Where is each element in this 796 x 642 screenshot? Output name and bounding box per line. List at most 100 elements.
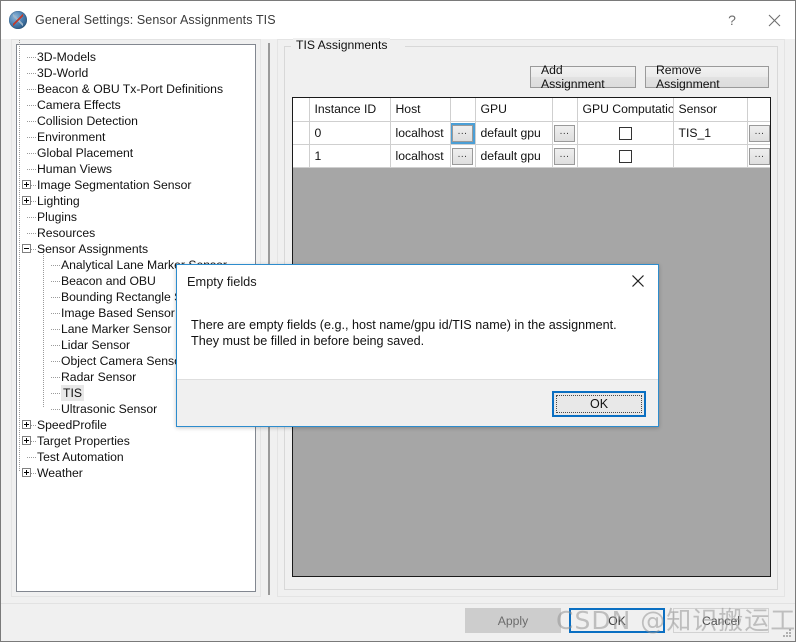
header-gpu-browse [552, 98, 578, 122]
gpu-browse-cell[interactable]: ... [552, 121, 578, 145]
tree-item-weather[interactable]: Weather [19, 465, 253, 481]
close-icon[interactable] [753, 1, 795, 39]
tree-item-environment[interactable]: Environment [19, 129, 253, 145]
tree-item-label: Radar Sensor [61, 370, 137, 384]
help-icon[interactable]: ? [711, 1, 753, 39]
expand-plus-icon[interactable] [22, 468, 31, 477]
tree-item-label: Camera Effects [37, 98, 121, 112]
gpu-cell[interactable]: default gpu [475, 121, 553, 145]
tree-item-label: Sensor Assignments [37, 242, 149, 256]
gpu-computation-cell[interactable] [577, 121, 674, 145]
focus-rectangle [556, 395, 642, 413]
tree-item-label: TIS [61, 385, 84, 401]
header-gpu: GPU [475, 98, 553, 122]
header-instance-id: Instance ID [309, 98, 391, 122]
ok-button[interactable]: OK [569, 608, 665, 633]
host-browse-button[interactable]: ... [452, 148, 473, 166]
dialog-footer: Apply OK Cancel [1, 603, 795, 641]
tree-item-resources[interactable]: Resources [19, 225, 253, 241]
host-cell[interactable]: localhost [390, 144, 451, 168]
group-border-right [405, 46, 777, 47]
gpu-browse-cell[interactable]: ... [552, 144, 578, 168]
tree-item-human-views[interactable]: Human Views [19, 161, 253, 177]
sensor-browse-cell[interactable]: ... [747, 144, 770, 168]
gpu-browse-button[interactable]: ... [554, 148, 575, 166]
tree-item-label: Test Automation [37, 450, 124, 464]
tree-item-label: Object Camera Sensor [61, 354, 185, 368]
tree-item-label: Target Properties [37, 434, 130, 448]
row-selector-cell[interactable] [293, 144, 310, 168]
tree-item-label: Beacon and OBU [61, 274, 156, 288]
tree-item-label: Lane Marker Sensor [61, 322, 172, 336]
expand-plus-icon[interactable] [22, 196, 31, 205]
row-selector-cell[interactable] [293, 121, 310, 145]
expand-plus-icon[interactable] [22, 180, 31, 189]
tree-item-camera-effects[interactable]: Camera Effects [19, 97, 253, 113]
header-row: Instance ID Host GPU GPU Computation Sen… [293, 98, 770, 122]
instance-id-cell[interactable]: 1 [309, 144, 391, 168]
tree-item-target-properties[interactable]: Target Properties [19, 433, 253, 449]
host-browse-button[interactable]: ... [450, 123, 474, 143]
table-row[interactable]: 0 localhost... default gpu... TIS_1... [293, 121, 770, 145]
tree-item-label: Image Based Sensor [61, 306, 175, 320]
sensor-browse-cell[interactable]: ... [747, 121, 770, 145]
tree-item-label: Lidar Sensor [61, 338, 131, 352]
cancel-button[interactable]: Cancel [673, 608, 769, 633]
expand-plus-icon[interactable] [22, 436, 31, 445]
assignment-button-row: Add Assignment Remove Assignment [530, 63, 769, 91]
tree-item-global-placement[interactable]: Global Placement [19, 145, 253, 161]
tree-item-plugins[interactable]: Plugins [19, 209, 253, 225]
dialog-title-bar: Empty fields [177, 265, 658, 297]
collapse-minus-icon[interactable] [22, 244, 31, 253]
assignments-table: Instance ID Host GPU GPU Computation Sen… [293, 98, 770, 168]
dialog-close-icon[interactable] [618, 265, 658, 297]
sensor-cell[interactable]: TIS_1 [673, 121, 748, 145]
gpu-cell[interactable]: default gpu [475, 144, 553, 168]
apply-button[interactable]: Apply [465, 608, 561, 633]
remove-assignment-button[interactable]: Remove Assignment [645, 63, 769, 91]
table-header: Instance ID Host GPU GPU Computation Sen… [293, 98, 770, 122]
dialog-ok-button[interactable]: OK [552, 391, 646, 417]
header-host: Host [390, 98, 451, 122]
header-host-browse [450, 98, 476, 122]
resize-grip[interactable] [782, 628, 792, 638]
tree-item-label: Plugins [37, 210, 77, 224]
host-browse-cell[interactable]: ... [450, 144, 476, 168]
table-body: 0 localhost... default gpu... TIS_1... 1 loca… [293, 121, 770, 168]
dialog-body: There are empty fields (e.g., host name/… [177, 297, 658, 379]
gpu-computation-checkbox[interactable] [618, 149, 632, 163]
tree-item-label: Resources [37, 226, 96, 240]
tree-item-label: SpeedProfile [37, 418, 107, 432]
tree-item-label: Weather [37, 466, 83, 480]
tree-item-beacon-obu-tx-port-definitions[interactable]: Beacon & OBU Tx-Port Definitions [19, 81, 253, 97]
globe-compass-icon [9, 11, 27, 29]
tree-item-label: Environment [37, 130, 106, 144]
instance-id-cell[interactable]: 0 [309, 121, 391, 145]
tree-item-sensor-assignments[interactable]: Sensor Assignments [19, 241, 253, 257]
host-cell[interactable]: localhost [390, 121, 451, 145]
table-row[interactable]: 1 localhost... default gpu...... [293, 144, 770, 168]
host-browse-cell[interactable]: ... [450, 121, 476, 145]
header-gpu-computation: GPU Computation [577, 98, 674, 122]
tree-item-test-automation[interactable]: Test Automation [19, 449, 253, 465]
dialog-title: Empty fields [187, 273, 257, 289]
tree-item-3d-world[interactable]: 3D-World [19, 65, 253, 81]
title-bar: General Settings: Sensor Assignments TIS… [1, 1, 795, 39]
tree-item-3d-models[interactable]: 3D-Models [19, 49, 253, 65]
tree-item-image-segmentation-sensor[interactable]: Image Segmentation Sensor [19, 177, 253, 193]
tree-item-label: Beacon & OBU Tx-Port Definitions [37, 82, 224, 96]
sensor-browse-button[interactable]: ... [749, 148, 770, 166]
gpu-browse-button[interactable]: ... [554, 125, 575, 143]
group-title: TIS Assignments [293, 38, 391, 52]
tree-item-lighting[interactable]: Lighting [19, 193, 253, 209]
sensor-browse-button[interactable]: ... [749, 125, 770, 143]
header-sensor: Sensor [673, 98, 748, 122]
gpu-computation-checkbox[interactable] [618, 126, 632, 140]
tree-item-collision-detection[interactable]: Collision Detection [19, 113, 253, 129]
gpu-computation-cell[interactable] [577, 144, 674, 168]
add-assignment-button[interactable]: Add Assignment [530, 63, 636, 91]
sensor-cell[interactable] [673, 144, 748, 168]
expand-plus-icon[interactable] [22, 420, 31, 429]
tree-item-label: Ultrasonic Sensor [61, 402, 158, 416]
group-border-left [285, 46, 291, 47]
